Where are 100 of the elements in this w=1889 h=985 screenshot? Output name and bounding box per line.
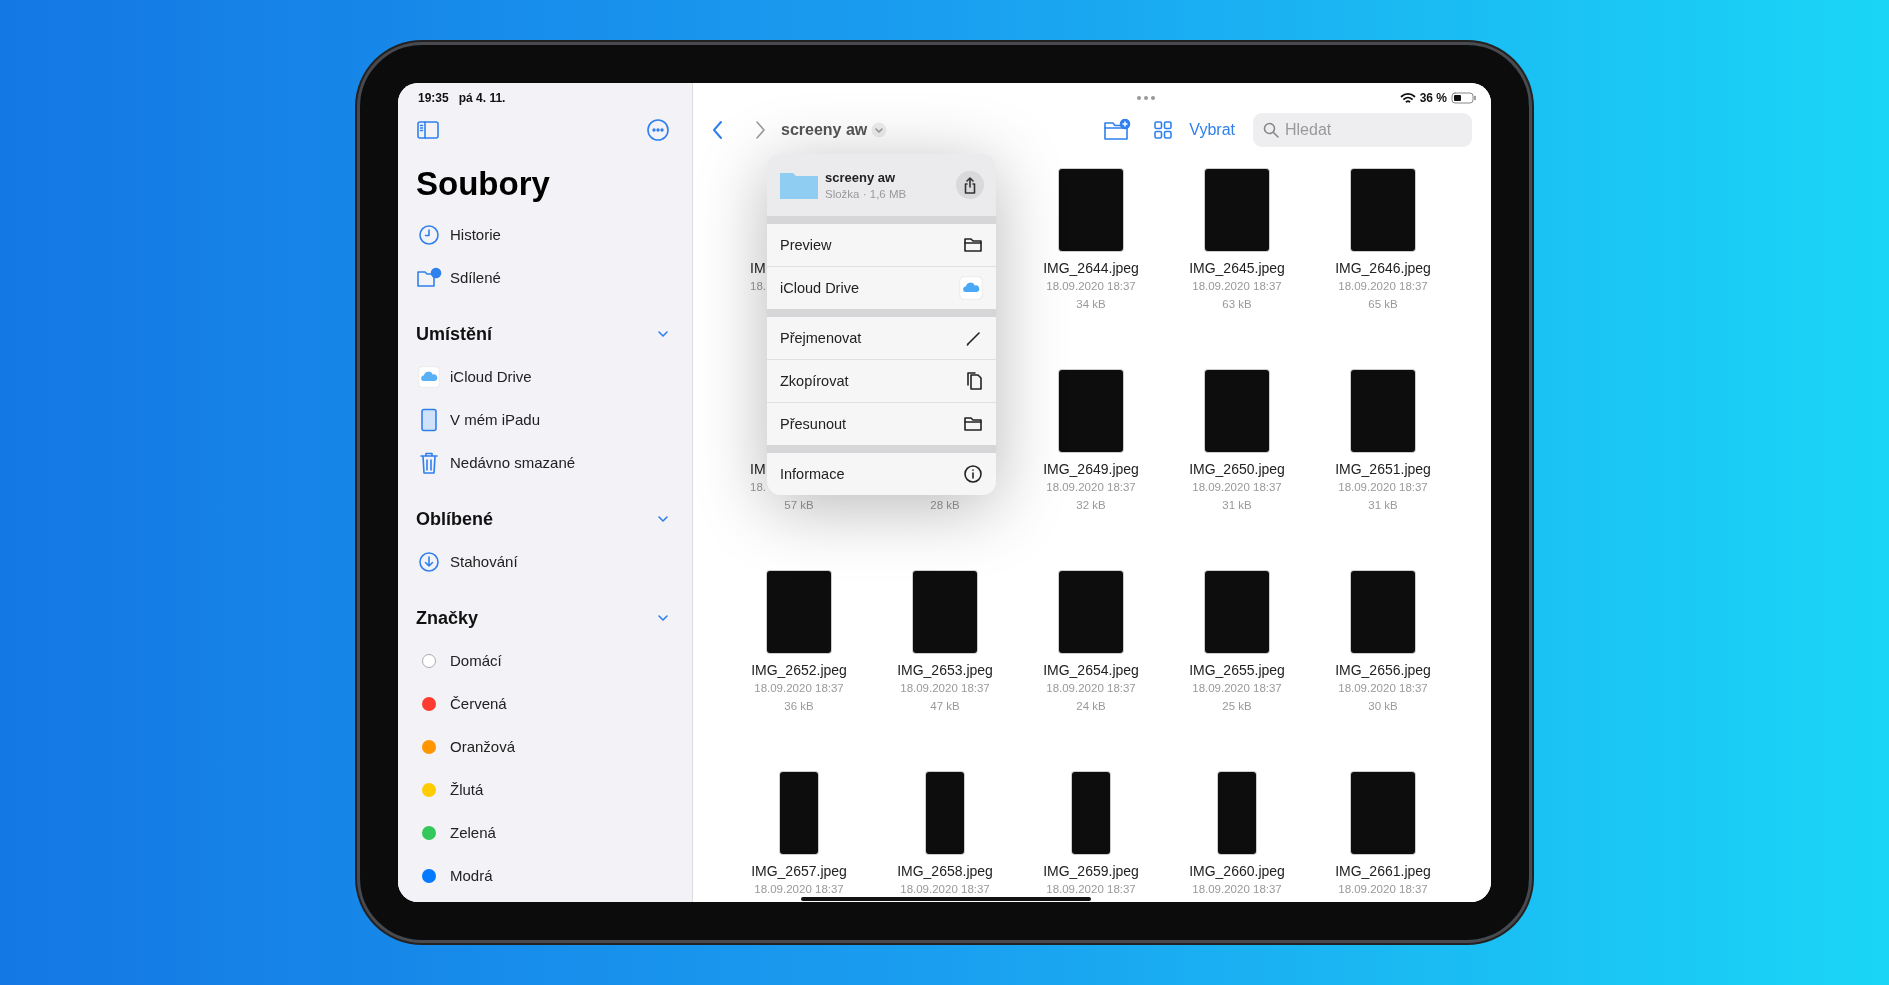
battery-percentage: 36 % <box>1419 91 1447 105</box>
folder-title[interactable]: screeny aw <box>781 121 868 139</box>
file-name: IMG_2651.jpeg <box>1335 461 1431 477</box>
grid-view-icon[interactable] <box>1153 120 1174 140</box>
file-date: 18. <box>750 280 766 292</box>
menu-item[interactable]: Informace <box>767 453 996 495</box>
file-size: 28 kB <box>930 499 960 511</box>
file-date: 18.09.2020 18:37 <box>1338 481 1428 493</box>
file-date: 18.09.2020 18:37 <box>1192 682 1282 694</box>
screenshot-thumbnail[interactable] <box>1205 571 1269 653</box>
file-size: 25 kB <box>1222 700 1252 712</box>
file-date: 18.09.2020 18:37 <box>1338 280 1428 292</box>
file-size: 65 kB <box>1368 298 1398 310</box>
file-date: 18.09.2020 18:37 <box>1338 682 1428 694</box>
sidebar-item[interactable]: Sdílené <box>416 256 692 299</box>
screenshot-thumbnail[interactable] <box>780 772 818 854</box>
file-name: IMG_2652.jpeg <box>751 662 847 678</box>
tag-item[interactable]: Modrá <box>416 854 692 897</box>
share-icon <box>963 176 977 194</box>
file-date: 18.09.2020 18:37 <box>1046 883 1136 895</box>
sidebar-item[interactable]: iCloud Drive <box>416 355 692 398</box>
sidebar-item[interactable]: Stahování <box>416 540 692 583</box>
screenshot-thumbnail[interactable] <box>1059 370 1123 452</box>
file-name: IMG_2655.jpeg <box>1189 662 1285 678</box>
menu-item[interactable]: Preview <box>767 224 996 266</box>
tag-item[interactable]: Oranžová <box>416 725 692 768</box>
tag-item[interactable]: Červená <box>416 682 692 725</box>
screenshot-thumbnail[interactable] <box>1351 370 1415 452</box>
file-date: 18.09.2020 18:37 <box>1046 682 1136 694</box>
screenshot-thumbnail[interactable] <box>1205 169 1269 251</box>
file-name: IM <box>750 260 766 276</box>
status-date: pá 4. 11. <box>458 91 506 105</box>
screenshot-thumbnail[interactable] <box>767 571 831 653</box>
file-name: IMG_2656.jpeg <box>1335 662 1431 678</box>
screenshot-thumbnail[interactable] <box>1059 169 1123 251</box>
file-name: IMG_2659.jpeg <box>1043 863 1139 879</box>
file-date: 18. <box>750 481 766 493</box>
back-icon[interactable] <box>711 119 725 141</box>
file-name: IM <box>750 461 766 477</box>
menu-item[interactable]: Zkopírovat <box>767 359 996 402</box>
clock-icon <box>418 223 440 246</box>
file-date: 18.09.2020 18:37 <box>1192 280 1282 292</box>
menu-item[interactable]: iCloud Drive <box>767 266 996 309</box>
file-name: IMG_2649.jpeg <box>1043 461 1139 477</box>
screenshot-thumbnail[interactable] <box>1218 772 1256 854</box>
folder-icon <box>779 170 819 200</box>
download-icon <box>418 550 440 573</box>
copy-icon <box>965 371 983 391</box>
file-date: 18.09.2020 18:37 <box>1046 481 1136 493</box>
section-title: Umístění <box>416 323 493 345</box>
sidebar-item[interactable]: Nedávno smazané <box>416 441 692 484</box>
screenshot-thumbnail[interactable] <box>1351 571 1415 653</box>
screenshot-thumbnail[interactable] <box>1205 370 1269 452</box>
folder-icon <box>963 236 983 254</box>
dropdown-icon[interactable] <box>871 122 888 138</box>
forward-icon[interactable] <box>753 119 767 141</box>
screenshot-thumbnail[interactable] <box>913 571 977 653</box>
cloud-icon <box>959 276 983 300</box>
sidebar-toggle-icon[interactable] <box>416 120 440 140</box>
file-date: 18.09.2020 18:37 <box>900 682 990 694</box>
menu-item[interactable]: Přesunout <box>767 402 996 445</box>
file-size: 24 kB <box>1076 700 1106 712</box>
file-name: IMG_2644.jpeg <box>1043 260 1139 276</box>
screenshot-thumbnail[interactable] <box>1072 772 1110 854</box>
shared-folder-icon <box>416 266 442 289</box>
screenshot-thumbnail[interactable] <box>1059 571 1123 653</box>
battery-icon <box>1451 92 1477 104</box>
new-folder-icon[interactable] <box>1103 119 1132 141</box>
share-button[interactable] <box>956 171 984 199</box>
file-name: IMG_2660.jpeg <box>1189 863 1285 879</box>
select-button[interactable]: Vybrat <box>1189 121 1235 139</box>
tag-item[interactable]: Žlutá <box>416 768 692 811</box>
file-name: IMG_2646.jpeg <box>1335 260 1431 276</box>
file-name: IMG_2653.jpeg <box>897 662 993 678</box>
more-icon[interactable] <box>646 118 670 142</box>
file-size: 47 kB <box>930 700 960 712</box>
file-size: 32 kB <box>1076 499 1106 511</box>
sidebar-item[interactable]: Historie <box>416 213 692 256</box>
screenshot-thumbnail[interactable] <box>1351 169 1415 251</box>
screenshot-thumbnail[interactable] <box>1351 772 1415 854</box>
section-title: Značky <box>416 607 479 629</box>
file-size: 36 kB <box>784 700 814 712</box>
screenshot-thumbnail[interactable] <box>926 772 964 854</box>
file-date: 18.09.2020 18:37 <box>1338 883 1428 895</box>
file-date: 18.09.2020 18:37 <box>900 883 990 895</box>
status-time: 19:35 <box>418 91 449 105</box>
info-icon <box>963 464 983 484</box>
menu-item[interactable]: Přejmenovat <box>767 317 996 359</box>
multitask-dots-icon[interactable] <box>1136 95 1157 101</box>
sidebar-item[interactable]: V mém iPadu <box>416 398 692 441</box>
file-name: IMG_2657.jpeg <box>751 863 847 879</box>
tag-item[interactable]: Domácí <box>416 639 692 682</box>
file-size: 57 kB <box>784 499 814 511</box>
file-size: 31 kB <box>1368 499 1398 511</box>
file-name: IMG_2650.jpeg <box>1189 461 1285 477</box>
folder-info: Složka · 1,6 MB <box>825 188 908 200</box>
search-field[interactable]: Hledat <box>1253 113 1472 147</box>
tag-item[interactable]: Zelená <box>416 811 692 854</box>
folder-name: screeny aw <box>825 170 897 185</box>
trash-icon <box>418 450 440 475</box>
